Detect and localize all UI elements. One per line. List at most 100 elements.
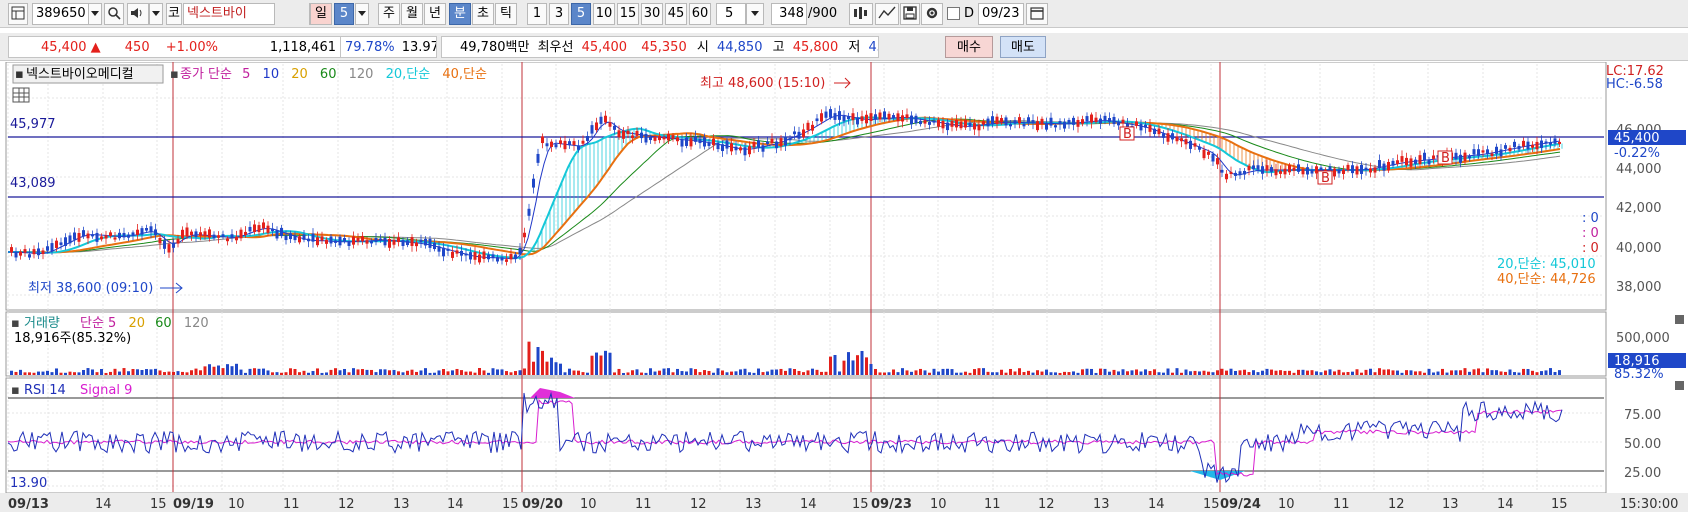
stock-name-field[interactable]: 넥스트바이 [183, 3, 275, 25]
volume-legend: 단순 5 20 60 120 [80, 316, 209, 331]
week-button[interactable]: 주 [378, 3, 400, 25]
candle-body [406, 240, 409, 246]
tools-icon[interactable] [849, 3, 873, 25]
volume-bar [595, 352, 598, 375]
volume-bar [91, 369, 94, 375]
count-select[interactable]: 5 [716, 3, 746, 25]
volume-bar [1414, 371, 1417, 375]
candle-body [995, 116, 999, 125]
code-prefix-button[interactable]: 코 [166, 3, 182, 25]
ma20-value: 20,단순: 45,010 [1497, 257, 1596, 272]
candle-body [973, 123, 976, 130]
period-button-60[interactable]: 60 [689, 3, 711, 25]
period-button-30[interactable]: 30 [641, 3, 663, 25]
date-checkbox[interactable] [947, 7, 960, 20]
candle-body [199, 232, 202, 236]
volume-bar [824, 371, 828, 375]
table-icon[interactable] [12, 87, 30, 103]
date-input[interactable]: 09/23 [978, 3, 1024, 25]
candle-body [613, 125, 616, 130]
volume-bar [1058, 372, 1062, 375]
period-button-1[interactable]: 1 [527, 3, 547, 25]
sell-button[interactable]: 매도 [1000, 36, 1046, 58]
price-change: 450 [124, 40, 150, 55]
candle-body [59, 242, 63, 246]
candle-body [1252, 165, 1255, 170]
volume-bar [1531, 370, 1534, 375]
save-icon[interactable] [900, 3, 920, 25]
count-dropdown-icon[interactable] [746, 3, 764, 25]
search-icon[interactable] [104, 3, 124, 25]
candle-body [554, 144, 558, 148]
volume-bar [1490, 370, 1494, 375]
period-button-45[interactable]: 45 [665, 3, 687, 25]
volume-bar [707, 370, 711, 375]
gear-icon[interactable] [921, 3, 943, 25]
volume-bar [946, 368, 949, 375]
calendar-icon[interactable] [1026, 3, 1048, 25]
candle-body [910, 115, 913, 125]
volume-bar [1234, 370, 1237, 375]
candle-body [941, 120, 945, 129]
layout-icon[interactable] [8, 3, 28, 25]
candle-body [1355, 166, 1359, 175]
candle-body [1049, 117, 1053, 126]
period-button-5[interactable]: 5 [571, 3, 591, 25]
volume-bar [158, 370, 162, 375]
candle-body [1094, 117, 1098, 123]
candle-body [1504, 145, 1507, 149]
bar-count-input[interactable]: 348 [771, 3, 807, 25]
svg-text:B: B [1441, 151, 1450, 166]
volume-bar [163, 372, 166, 375]
period-button-3[interactable]: 3 [549, 3, 569, 25]
day-count-select[interactable]: 5 [334, 3, 354, 25]
month-button[interactable]: 월 [401, 3, 423, 25]
second-button[interactable]: 초 [472, 3, 494, 25]
day-count-dropdown-icon[interactable] [355, 3, 369, 25]
candle-body [901, 115, 904, 122]
draw-line-icon[interactable] [875, 3, 899, 25]
volume-bar [1216, 370, 1219, 375]
volume-bar [802, 372, 805, 375]
legend-ma40-simple: 40,단순 [442, 67, 487, 82]
candle-body [217, 235, 220, 238]
candle-body [253, 224, 256, 232]
candle-body [550, 141, 553, 147]
speaker-icon[interactable] [127, 3, 149, 25]
candle-body [1418, 155, 1422, 165]
code-dropdown-icon[interactable] [88, 3, 102, 25]
candle-body [257, 225, 261, 233]
candle-body [838, 111, 841, 120]
volume-bar [1450, 370, 1453, 375]
volume-bar [775, 369, 778, 375]
volume-bar [653, 371, 657, 375]
volume-bar [131, 369, 135, 375]
period-button-10[interactable]: 10 [593, 3, 615, 25]
year-button[interactable]: 년 [424, 3, 446, 25]
rsi-minimize-icon[interactable] [1675, 381, 1684, 390]
candle-body [1477, 149, 1480, 156]
candle-body [568, 141, 571, 146]
y-tick-44000: 44,000 [1616, 162, 1662, 177]
x-axis-label: 11 [984, 497, 1001, 512]
speaker-dropdown-icon[interactable] [149, 3, 163, 25]
candle-body [316, 237, 319, 246]
legend-ma60: 60 [320, 67, 337, 82]
day-button[interactable]: 일 [310, 3, 332, 25]
tick-button[interactable]: 틱 [495, 3, 517, 25]
stock-code-input[interactable]: 389650 [32, 3, 90, 25]
minute-button[interactable]: 분 [449, 3, 471, 25]
volume-bar [1202, 370, 1206, 375]
volume-bar [977, 368, 981, 375]
period-button-15[interactable]: 15 [617, 3, 639, 25]
volume-title: 거래량 [24, 316, 60, 331]
volume-bar [973, 369, 976, 375]
volume-minimize-icon[interactable] [1675, 315, 1684, 324]
buy-button[interactable]: 매수 [945, 36, 993, 58]
candle-body [329, 236, 333, 244]
chart-area[interactable]: ▪ 넥스트바이오메디컬 ▪ 종가 단순 5 10 20 60 120 20,단순… [0, 62, 1688, 512]
candle-body [1198, 146, 1201, 150]
candle-body [703, 137, 706, 147]
volume-bar [860, 350, 864, 375]
volume-bar [1126, 371, 1129, 375]
